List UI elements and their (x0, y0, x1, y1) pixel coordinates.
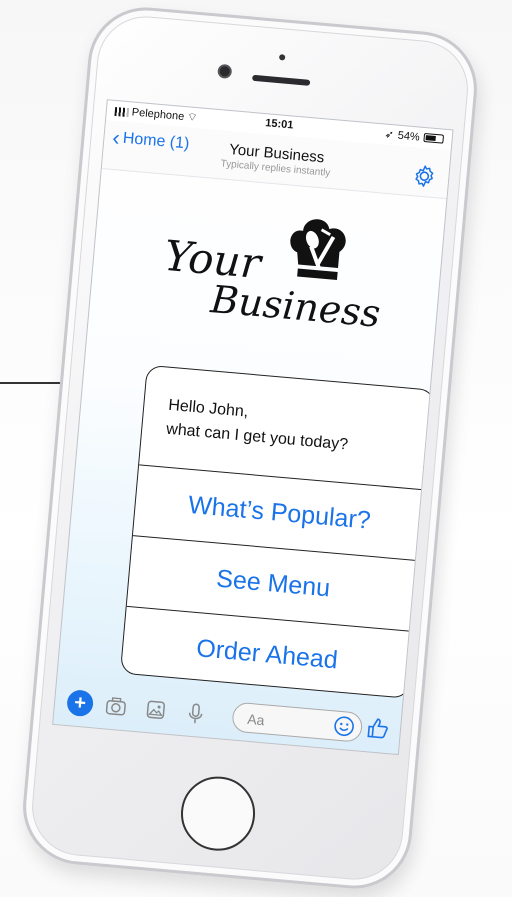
thumbs-up-icon[interactable] (365, 715, 391, 741)
message-input[interactable]: Aa (231, 701, 364, 743)
location-arrow-icon: ➶ (384, 128, 395, 142)
logo-text-business: Business (208, 277, 383, 336)
chef-hat-icon (290, 219, 346, 280)
gear-icon[interactable] (411, 163, 437, 189)
camera-icon[interactable] (104, 694, 128, 718)
business-logo: Your Business (149, 200, 389, 340)
plus-icon[interactable]: + (66, 689, 95, 718)
status-right: ➶ 54% (384, 128, 445, 146)
photo-icon[interactable] (144, 698, 168, 722)
phone-device: Pelephone ⌔ 15:01 ➶ 54% ‹ Home (1) Your … (18, 2, 482, 894)
emoji-icon[interactable] (332, 714, 356, 738)
microphone-icon[interactable] (184, 701, 208, 725)
quick-reply-card: Hello John, what can I get you today? Wh… (119, 364, 436, 699)
message-placeholder: Aa (246, 710, 266, 729)
phone-screen: Pelephone ⌔ 15:01 ➶ 54% ‹ Home (1) Your … (52, 99, 454, 756)
battery-icon (423, 132, 445, 144)
battery-percent: 54% (397, 129, 421, 144)
